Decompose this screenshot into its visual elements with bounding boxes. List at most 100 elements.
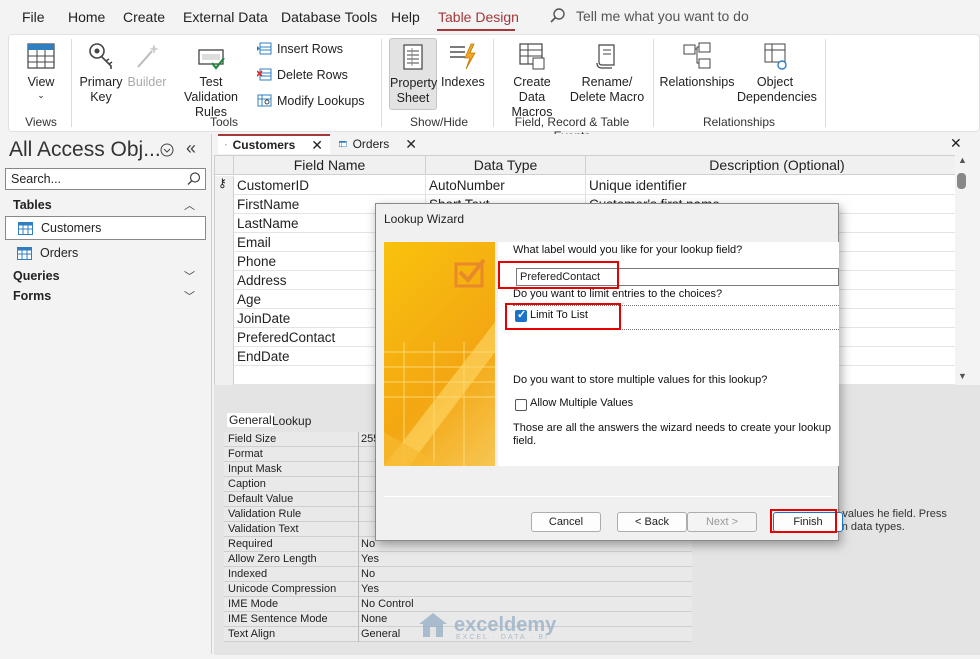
menu-table-design[interactable]: Table Design (438, 9, 519, 25)
delete-rows-icon (257, 68, 272, 81)
property-name: Text Align (228, 628, 276, 640)
property-sheet-button[interactable]: Property Sheet (389, 38, 437, 110)
nav-menu-dropdown-icon[interactable] (160, 143, 174, 157)
property-name: Unicode Compression (228, 583, 337, 595)
nav-search-input[interactable]: Search... (5, 168, 206, 190)
nav-section-forms[interactable]: Forms (13, 289, 51, 303)
collapse-pane-icon[interactable]: « (186, 138, 196, 159)
row-selector[interactable]: ⚷ (215, 176, 234, 195)
primary-key-icon: ⚷ (218, 176, 227, 190)
grid-scrollbar[interactable]: ▲ ▼ (955, 155, 969, 385)
tab-customers[interactable]: Customers ✕ (218, 134, 330, 154)
property-value[interactable]: No Control (361, 598, 414, 610)
row-selector[interactable] (215, 347, 234, 366)
row-selector[interactable] (215, 309, 234, 328)
nav-section-queries[interactable]: Queries (13, 269, 60, 283)
menu-database-tools[interactable]: Database Tools (281, 9, 377, 25)
validation-icon (198, 49, 225, 70)
row-selector[interactable] (215, 366, 234, 385)
wizard-art-icon (384, 258, 495, 466)
row-selector[interactable] (215, 195, 234, 214)
scroll-up-icon[interactable]: ▲ (958, 155, 967, 165)
menu-create[interactable]: Create (123, 9, 165, 25)
insert-rows-label: Insert Rows (277, 41, 343, 56)
rename-delete-macro-button[interactable]: Rename/ Delete Macro (569, 41, 645, 105)
row-selector[interactable] (215, 252, 234, 271)
property-divider (358, 597, 359, 612)
close-icon[interactable]: ✕ (311, 137, 323, 154)
chevron-down-icon[interactable]: ﹀ (184, 268, 195, 284)
menu-file[interactable]: File (22, 9, 45, 25)
nav-section-tables[interactable]: Tables (13, 198, 52, 212)
row-selector[interactable] (215, 233, 234, 252)
relationships-button[interactable]: Relationships (659, 41, 735, 90)
data-type-cell[interactable]: AutoNumber (426, 176, 586, 195)
delete-rows-button[interactable]: Delete Rows (257, 67, 348, 82)
description-cell[interactable]: Unique identifier (586, 176, 969, 195)
field-name-cell[interactable]: CustomerID (234, 176, 426, 195)
property-row[interactable]: Unicode Compression Yes (224, 582, 692, 597)
tab-orders[interactable]: Orders ✕ (332, 134, 424, 154)
row-selector[interactable] (215, 214, 234, 233)
table-icon (339, 140, 347, 148)
group-label-views: Views (25, 115, 57, 129)
builder-button[interactable]: Builder (127, 41, 167, 90)
property-value[interactable]: Yes (361, 553, 379, 565)
test-validation-button[interactable]: Test Validation Rules (171, 41, 251, 120)
chevron-down-icon[interactable]: ﹀ (184, 288, 195, 304)
object-dependencies-button[interactable]: Object Dependencies (737, 41, 817, 105)
allow-multiple-values-label[interactable]: Allow Multiple Values (530, 397, 633, 409)
nav-item-customers[interactable]: Customers (5, 216, 206, 240)
watermark-sub: EXCEL · DATA · BI (456, 634, 549, 641)
tab-general[interactable]: General (227, 413, 274, 427)
primary-key-button[interactable]: Primary Key (79, 41, 123, 105)
document-tabs: Customers ✕ Orders ✕ ✕ (214, 134, 980, 154)
property-value[interactable]: No (361, 538, 375, 550)
property-divider (358, 582, 359, 597)
scroll-thumb[interactable] (957, 173, 966, 189)
cancel-button[interactable]: Cancel (531, 512, 601, 532)
view-button[interactable]: View ⌄ (21, 41, 61, 100)
nav-pane-title[interactable]: All Access Obj... (9, 138, 161, 162)
property-value[interactable]: No (361, 568, 375, 580)
indexes-button[interactable]: Indexes (441, 41, 485, 90)
close-icon[interactable]: ✕ (405, 136, 417, 153)
row-selector[interactable] (215, 290, 234, 309)
insert-rows-button[interactable]: Insert Rows (257, 41, 343, 56)
table-icon (17, 246, 32, 260)
property-name: Field Size (228, 433, 277, 445)
allow-multiple-values-checkbox[interactable] (515, 399, 527, 411)
relationships-label: Relationships (659, 75, 735, 89)
menu-home[interactable]: Home (68, 9, 105, 25)
property-name: IME Mode (228, 598, 279, 610)
close-document-icon[interactable]: ✕ (950, 135, 962, 152)
property-divider (358, 432, 359, 447)
create-data-macros-button[interactable]: Create Data Macros (499, 41, 565, 120)
property-row[interactable]: Indexed No (224, 567, 692, 582)
property-divider (358, 447, 359, 462)
property-value[interactable]: Yes (361, 583, 379, 595)
row-selector[interactable] (215, 271, 234, 290)
table-row[interactable]: ⚷ CustomerID AutoNumber Unique identifier (215, 176, 969, 195)
property-row[interactable]: Allow Zero Length Yes (224, 552, 692, 567)
back-button[interactable]: < Back (617, 512, 687, 532)
property-value[interactable]: General (361, 628, 400, 640)
next-button[interactable]: Next > (687, 512, 757, 532)
tell-me-search[interactable]: Tell me what you want to do (550, 8, 749, 24)
chevron-up-icon[interactable]: ︿ (184, 197, 195, 213)
property-row[interactable]: IME Mode No Control (224, 597, 692, 612)
table-icon (18, 221, 33, 235)
highlight-box (770, 509, 837, 533)
menu-help[interactable]: Help (391, 9, 420, 25)
limit-question: Do you want to limit entries to the choi… (513, 288, 723, 300)
modify-lookups-button[interactable]: Modify Lookups (257, 93, 365, 108)
tab-lookup[interactable]: Lookup (272, 414, 311, 428)
property-value[interactable]: None (361, 613, 387, 625)
row-selector[interactable] (215, 328, 234, 347)
menu-external-data[interactable]: External Data (183, 9, 268, 25)
search-icon[interactable] (187, 172, 201, 186)
modify-lookups-icon (257, 94, 272, 107)
nav-item-orders[interactable]: Orders (5, 241, 206, 265)
group-separator (381, 39, 382, 127)
scroll-down-icon[interactable]: ▼ (958, 371, 967, 381)
